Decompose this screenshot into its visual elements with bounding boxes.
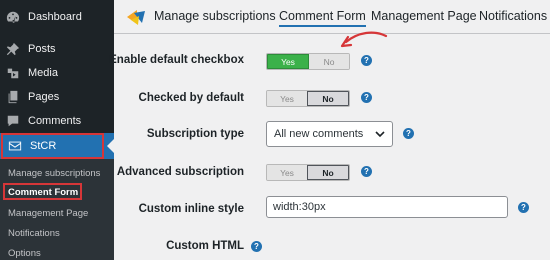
enable-default-checkbox-toggle[interactable]: Yes No (266, 53, 350, 70)
chevron-down-icon (375, 131, 385, 138)
sidebar-item-media[interactable]: Media (0, 62, 114, 84)
enable-default-checkbox-label: Enable default checkbox (109, 54, 244, 66)
help-icon[interactable]: ? (361, 55, 372, 66)
toggle-no-option[interactable]: No (309, 54, 349, 69)
submenu-item-notifications[interactable]: Notifications (8, 228, 60, 239)
tab-management-page[interactable]: Management Page (371, 9, 477, 23)
tab-manage-subscriptions[interactable]: Manage subscriptions (154, 9, 276, 23)
submenu-item-options[interactable]: Options (8, 248, 41, 259)
active-menu-pointer (107, 139, 114, 153)
envelope-icon (8, 139, 22, 153)
tab-comment-form[interactable]: Comment Form (279, 9, 366, 27)
help-icon[interactable]: ? (403, 128, 414, 139)
toggle-yes-option[interactable]: Yes (267, 91, 307, 106)
submenu-item-comment-form[interactable]: Comment Form (8, 187, 78, 198)
tab-notifications[interactable]: Notifications (479, 9, 547, 23)
sidebar-item-comments[interactable]: Comments (0, 110, 114, 132)
checked-by-default-label: Checked by default (138, 92, 244, 104)
custom-html-label: Custom HTML (166, 240, 244, 252)
advanced-subscription-label: Advanced subscription (116, 166, 244, 178)
custom-inline-style-label: Custom inline style (138, 203, 244, 215)
plugin-logo-icon (127, 10, 145, 25)
toggle-no-option[interactable]: No (307, 91, 349, 106)
dashboard-icon (6, 10, 20, 24)
subscription-type-select[interactable]: All new comments (266, 121, 393, 147)
help-icon[interactable]: ? (251, 241, 262, 252)
media-icon (6, 66, 20, 80)
pages-icon (6, 90, 20, 104)
help-icon[interactable]: ? (361, 92, 372, 103)
select-value: All new comments (274, 128, 364, 140)
checked-by-default-toggle[interactable]: Yes No (266, 90, 350, 107)
annotation-arrow-icon (340, 31, 388, 48)
toggle-yes-option[interactable]: Yes (267, 165, 307, 180)
sidebar-item-dashboard[interactable]: Dashboard (0, 6, 114, 28)
toggle-no-option[interactable]: No (307, 165, 349, 180)
help-icon[interactable]: ? (518, 202, 529, 213)
submenu-item-management-page[interactable]: Management Page (8, 208, 88, 219)
sidebar-item-label: Posts (28, 43, 56, 55)
submenu-item-manage-subscriptions[interactable]: Manage subscriptions (8, 168, 100, 179)
sidebar-item-label: Media (28, 67, 58, 79)
advanced-subscription-toggle[interactable]: Yes No (266, 164, 350, 181)
sidebar-item-posts[interactable]: Posts (0, 38, 114, 60)
sidebar-item-stcr[interactable]: StCR (0, 133, 114, 159)
custom-inline-style-input[interactable]: width:30px (266, 196, 508, 218)
pin-icon (6, 42, 20, 56)
sidebar-item-label: Dashboard (28, 11, 82, 23)
subscription-type-label: Subscription type (146, 128, 244, 140)
toggle-yes-option[interactable]: Yes (267, 54, 309, 69)
sidebar-item-pages[interactable]: Pages (0, 86, 114, 108)
sidebar-item-label: StCR (30, 140, 57, 152)
comments-icon (6, 114, 20, 128)
help-icon[interactable]: ? (361, 166, 372, 177)
sidebar-item-label: Pages (28, 91, 60, 103)
sidebar-item-label: Comments (28, 115, 82, 127)
